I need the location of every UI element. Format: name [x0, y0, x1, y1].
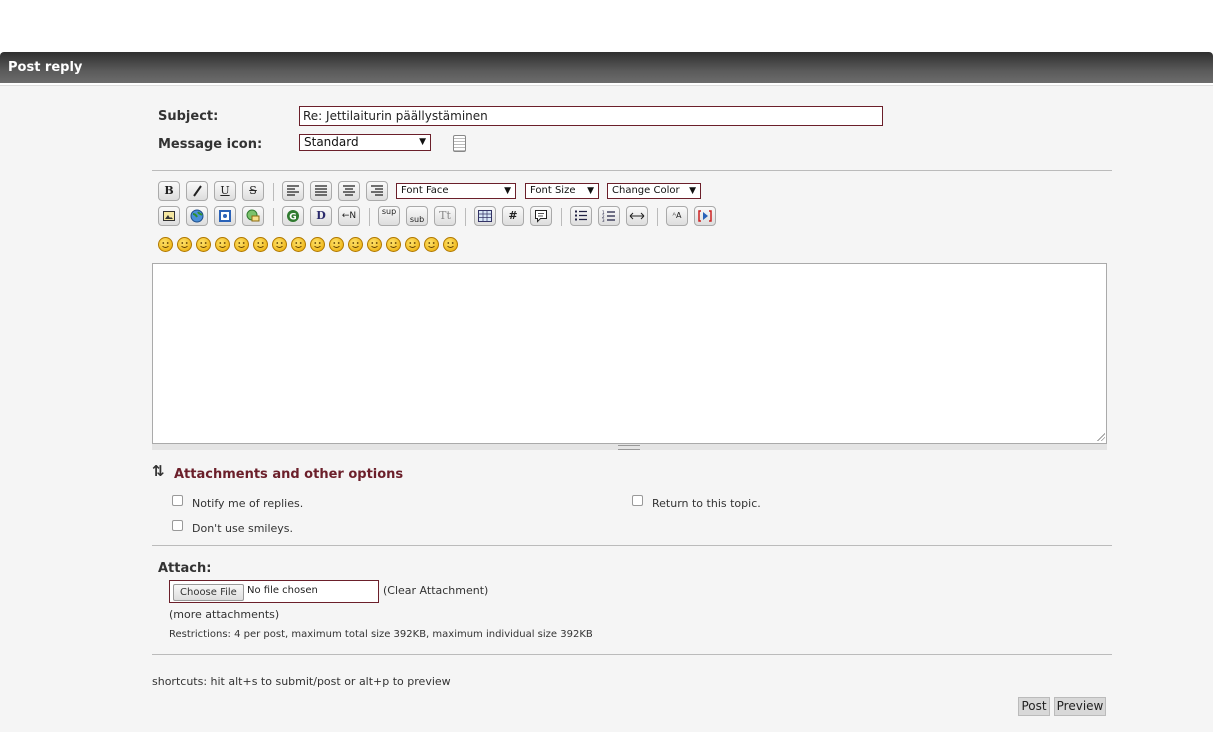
smiley-icon[interactable] — [215, 237, 230, 252]
smiley-icon[interactable] — [310, 237, 325, 252]
bold-button[interactable]: B — [158, 181, 180, 201]
message-icon-selected: Standard — [304, 135, 359, 149]
no-file-chosen-text: No file chosen — [247, 585, 318, 596]
google-search-icon[interactable]: G — [282, 206, 304, 226]
font-size-label: Font Size — [530, 185, 576, 196]
remove-format-icon[interactable]: ᴬA — [666, 206, 688, 226]
textarea-resize-handle[interactable] — [152, 444, 1107, 450]
font-face-select[interactable]: Font Face ▼ — [396, 183, 516, 199]
toolbar-separator — [657, 208, 658, 226]
horizontal-rule-icon[interactable] — [626, 206, 648, 226]
message-icon-select[interactable]: Standard ▼ — [299, 134, 431, 151]
superscript-button[interactable]: sup — [378, 206, 400, 226]
attach-label: Attach: — [158, 561, 212, 576]
smiley-icon[interactable] — [272, 237, 287, 252]
smiley-icon[interactable] — [443, 237, 458, 252]
smiley-icon[interactable] — [348, 237, 363, 252]
choose-file-button[interactable]: Choose File — [173, 584, 244, 601]
chevron-down-icon: ▼ — [587, 186, 594, 196]
align-justify-button[interactable] — [310, 181, 332, 201]
image-icon[interactable] — [158, 206, 180, 226]
divider — [152, 654, 1112, 655]
align-right-button[interactable] — [366, 181, 388, 201]
attachments-options-heading[interactable]: Attachments and other options — [174, 467, 403, 482]
ftp-link-icon[interactable] — [214, 206, 236, 226]
toolbar-separator — [273, 183, 274, 201]
dictionary-icon[interactable]: D — [310, 206, 332, 226]
toolbar-separator — [561, 208, 562, 226]
email-link-icon[interactable] — [242, 206, 264, 226]
message-icon-preview-icon — [453, 135, 466, 152]
font-size-select[interactable]: Font Size ▼ — [525, 183, 599, 199]
toolbar-separator — [369, 208, 370, 226]
smiley-icon[interactable] — [386, 237, 401, 252]
return-to-topic-checkbox[interactable] — [632, 495, 643, 506]
divider — [152, 545, 1112, 546]
align-left-button[interactable] — [282, 181, 304, 201]
post-reply-header: Post reply — [0, 52, 1213, 83]
toggle-view-icon[interactable] — [694, 206, 716, 226]
subject-input[interactable]: Re: Jettilaiturin päällystäminen — [299, 106, 883, 126]
subscript-button[interactable]: sub — [406, 206, 428, 226]
smiley-icon[interactable] — [367, 237, 382, 252]
more-attachments-link[interactable]: (more attachments) — [169, 608, 279, 621]
toolbar-separator — [465, 208, 466, 226]
page-title: Post reply — [8, 60, 83, 75]
font-face-label: Font Face — [401, 185, 449, 196]
return-to-topic-label: Return to this topic. — [652, 497, 761, 510]
smiley-icon[interactable] — [234, 237, 249, 252]
no-smileys-label: Don't use smileys. — [192, 522, 294, 535]
align-center-button[interactable] — [338, 181, 360, 201]
resize-corner-icon[interactable] — [1097, 433, 1105, 441]
insert-break-icon[interactable]: ←N — [338, 206, 360, 226]
subject-label: Subject: — [158, 109, 219, 124]
toolbar-separator — [273, 208, 274, 226]
smiley-icon[interactable] — [158, 237, 173, 252]
message-icon-label: Message icon: — [158, 137, 263, 152]
message-textarea[interactable] — [152, 263, 1107, 444]
notify-replies-checkbox[interactable] — [172, 495, 183, 506]
smiley-icon[interactable] — [253, 237, 268, 252]
file-input[interactable]: Choose File No file chosen — [169, 580, 379, 603]
smiley-icon[interactable] — [291, 237, 306, 252]
svg-text:G: G — [289, 213, 296, 223]
smiley-icon[interactable] — [424, 237, 439, 252]
clear-attachment-link[interactable]: (Clear Attachment) — [383, 584, 488, 597]
chevron-down-icon: ▼ — [689, 186, 696, 196]
table-icon[interactable] — [474, 206, 496, 226]
divider — [152, 170, 1112, 171]
italic-button[interactable] — [186, 181, 208, 201]
underline-button[interactable]: U — [214, 181, 236, 201]
svg-text:3: 3 — [602, 218, 605, 222]
bullet-list-icon[interactable] — [570, 206, 592, 226]
smiley-icon[interactable] — [329, 237, 344, 252]
teletype-button[interactable]: Tt — [434, 206, 456, 226]
globe-link-icon[interactable] — [186, 206, 208, 226]
change-color-label: Change Color — [612, 185, 680, 196]
collapse-toggle-icon[interactable]: ⇅ — [152, 462, 165, 480]
restrictions-text: Restrictions: 4 per post, maximum total … — [169, 629, 593, 640]
preview-button[interactable]: Preview — [1054, 697, 1106, 716]
post-button[interactable]: Post — [1018, 697, 1050, 716]
smiley-icon[interactable] — [405, 237, 420, 252]
code-hash-button[interactable]: # — [502, 206, 524, 226]
no-smileys-checkbox[interactable] — [172, 520, 183, 531]
smiley-icon[interactable] — [196, 237, 211, 252]
change-color-select[interactable]: Change Color ▼ — [607, 183, 701, 199]
shortcuts-text: shortcuts: hit alt+s to submit/post or a… — [152, 675, 451, 688]
strikethrough-button[interactable]: S — [242, 181, 264, 201]
quote-icon[interactable] — [530, 206, 552, 226]
chevron-down-icon: ▼ — [419, 137, 426, 147]
numbered-list-icon[interactable]: 123 — [598, 206, 620, 226]
smiley-icon[interactable] — [177, 237, 192, 252]
chevron-down-icon: ▼ — [504, 186, 511, 196]
notify-replies-label: Notify me of replies. — [192, 497, 304, 510]
